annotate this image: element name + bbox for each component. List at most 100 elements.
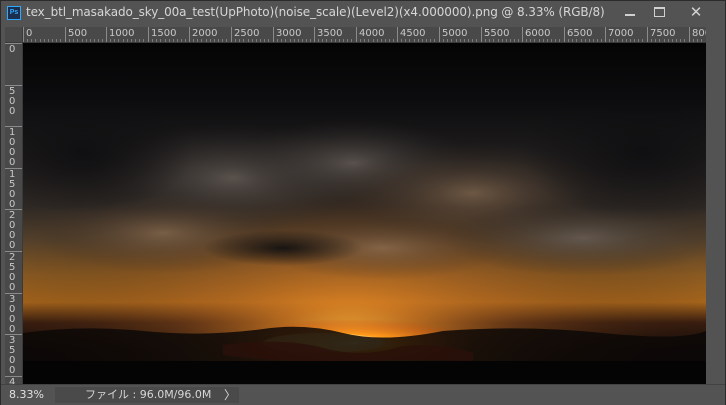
ruler-minor-tick: [401, 39, 402, 42]
ruler-minor-tick: [135, 39, 136, 42]
zoom-level-field[interactable]: 8.33%: [9, 388, 51, 402]
ruler-minor-tick: [90, 39, 91, 42]
ruler-minor-tick: [322, 39, 323, 42]
ruler-minor-tick: [693, 39, 694, 42]
ruler-minor-tick: [559, 39, 560, 42]
ruler-minor-tick: [156, 39, 157, 42]
ruler-major-tick: [522, 27, 523, 42]
ruler-minor-tick: [143, 39, 144, 42]
ruler-minor-tick: [510, 39, 511, 42]
ruler-tick-label: 2500: [9, 252, 16, 293]
ruler-minor-tick: [572, 39, 573, 42]
minimize-button[interactable]: [615, 1, 645, 23]
ruler-minor-tick: [318, 39, 319, 42]
ruler-major-tick: [356, 27, 357, 42]
ruler-major-tick: [689, 27, 690, 42]
ruler-minor-tick: [114, 39, 115, 42]
document-window: Ps tex_btl_masakado_sky_00a_test(UpPhoto…: [0, 0, 726, 405]
ruler-minor-tick: [339, 39, 340, 42]
ruler-tick-label: 6500: [567, 28, 593, 39]
ruler-minor-tick: [139, 39, 140, 42]
ruler-minor-tick: [581, 39, 582, 42]
ruler-minor-tick: [123, 39, 124, 42]
ruler-major-tick: [647, 27, 648, 42]
ruler-tick-label: 4000: [359, 28, 385, 39]
ruler-minor-tick: [210, 39, 211, 42]
ruler-origin-corner[interactable]: [5, 27, 23, 43]
ruler-minor-tick: [290, 39, 291, 42]
ruler-major-tick: [231, 27, 232, 42]
ruler-tick-label: 3500: [317, 28, 343, 39]
ruler-minor-tick: [285, 39, 286, 42]
ruler-minor-tick: [576, 39, 577, 42]
ruler-minor-tick: [256, 39, 257, 42]
ruler-minor-tick: [514, 39, 515, 42]
ruler-tick-label: 1500: [151, 28, 177, 39]
ruler-minor-tick: [651, 39, 652, 42]
ruler-minor-tick: [77, 39, 78, 42]
ruler-minor-tick: [634, 39, 635, 42]
status-bar: 8.33% ファイル : 96.0M/96.0M 〉: [1, 384, 725, 405]
ruler-minor-tick: [235, 39, 236, 42]
ruler-minor-tick: [69, 39, 70, 42]
close-icon: ✕: [689, 2, 703, 21]
ruler-minor-tick: [385, 39, 386, 42]
title-bar[interactable]: Ps tex_btl_masakado_sky_00a_test(UpPhoto…: [1, 1, 725, 25]
horizontal-scrollbar[interactable]: [241, 387, 706, 403]
ruler-minor-tick: [56, 39, 57, 42]
ruler-minor-tick: [638, 39, 639, 42]
ruler-minor-tick: [118, 39, 119, 42]
ruler-minor-tick: [73, 39, 74, 42]
horizontal-ruler[interactable]: 0 500 1000 1500 2000 2500 3000 3500 4000 4500 5000…: [23, 27, 706, 43]
ruler-major-tick: [564, 27, 565, 42]
ruler-tick-label: 2000: [192, 28, 218, 39]
ruler-minor-tick: [672, 39, 673, 42]
close-button[interactable]: ✕: [673, 1, 719, 23]
ruler-tick-label: 6000: [525, 28, 551, 39]
ruler-minor-tick: [613, 39, 614, 42]
ruler-minor-tick: [82, 39, 83, 42]
ruler-minor-tick: [434, 39, 435, 42]
ruler-minor-tick: [551, 39, 552, 42]
vertical-scrollbar[interactable]: [706, 43, 725, 384]
ruler-minor-tick: [659, 39, 660, 42]
ruler-minor-tick: [447, 39, 448, 42]
ruler-minor-tick: [426, 39, 427, 42]
ruler-minor-tick: [160, 39, 161, 42]
maximize-button[interactable]: [644, 1, 674, 23]
status-menu-arrow[interactable]: 〉: [224, 387, 236, 403]
ruler-tick-label: 7500: [650, 28, 676, 39]
ruler-minor-tick: [534, 39, 535, 42]
ruler-minor-tick: [622, 39, 623, 42]
ruler-minor-tick: [493, 39, 494, 42]
ruler-minor-tick: [506, 39, 507, 42]
ruler-minor-tick: [589, 39, 590, 42]
ruler-minor-tick: [626, 39, 627, 42]
ruler-minor-tick: [701, 39, 702, 42]
ruler-major-tick: [605, 27, 606, 42]
ruler-minor-tick: [518, 39, 519, 42]
ruler-minor-tick: [197, 39, 198, 42]
vertical-ruler[interactable]: 05001000150020002500300035004: [5, 43, 23, 384]
ruler-minor-tick: [680, 39, 681, 42]
ruler-tick-label: 800: [692, 28, 706, 39]
ruler-minor-tick: [405, 39, 406, 42]
image-canvas[interactable]: [23, 43, 706, 384]
ruler-minor-tick: [127, 39, 128, 42]
ruler-minor-tick: [347, 39, 348, 42]
ruler-minor-tick: [326, 39, 327, 42]
photoshop-app-icon: Ps: [7, 6, 21, 20]
ruler-tick-label: 1500: [9, 169, 16, 210]
ruler-major-tick: [314, 27, 315, 42]
ruler-minor-tick: [409, 39, 410, 42]
ruler-minor-tick: [539, 39, 540, 42]
ruler-minor-tick: [277, 39, 278, 42]
ruler-minor-tick: [502, 39, 503, 42]
ruler-minor-tick: [585, 39, 586, 42]
ruler-tick-label: 0: [9, 44, 16, 55]
ruler-minor-tick: [460, 39, 461, 42]
ruler-tick-label: 4500: [400, 28, 426, 39]
ruler-minor-tick: [48, 39, 49, 42]
ruler-tick-label: 5500: [484, 28, 510, 39]
ruler-minor-tick: [377, 39, 378, 42]
